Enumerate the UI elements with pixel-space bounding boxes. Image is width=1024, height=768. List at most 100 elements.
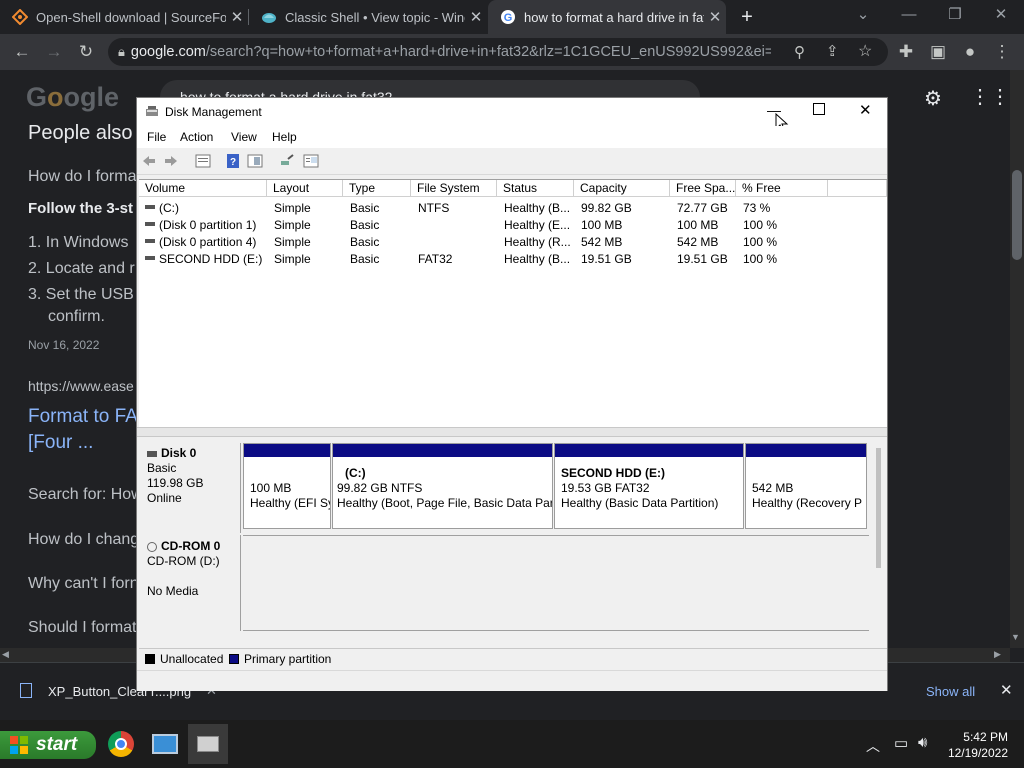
menu-file[interactable]: File: [147, 130, 166, 144]
chrome-taskbar-icon[interactable]: [108, 731, 134, 757]
share-icon[interactable]: ⇪: [826, 42, 839, 60]
vertical-scrollbar[interactable]: ▼: [1010, 70, 1024, 648]
google-icon: G: [501, 10, 515, 24]
close-icon[interactable]: ✕: [704, 8, 726, 26]
help-icon[interactable]: ?: [225, 153, 241, 169]
result-title-link[interactable]: [Four ...: [28, 432, 93, 454]
result-url[interactable]: https://www.ease: [28, 378, 134, 394]
column-header-capacity[interactable]: Capacity: [574, 180, 670, 197]
question-text[interactable]: How do I forma: [28, 168, 136, 186]
back-arrow-icon[interactable]: [141, 153, 157, 169]
classic-shell-icon: [262, 13, 276, 23]
restore-icon[interactable]: ❐: [932, 0, 978, 30]
scroll-down-arrow-icon[interactable]: ▼: [1011, 632, 1020, 642]
close-download-bar-icon[interactable]: ✕: [1000, 681, 1013, 699]
back-arrow-icon[interactable]: ←: [8, 34, 36, 70]
question-text[interactable]: How do I chang: [28, 531, 139, 549]
show-all-button[interactable]: Show all: [926, 684, 975, 699]
bookmark-star-icon[interactable]: ☆: [858, 41, 872, 61]
minimize-icon[interactable]: —: [886, 0, 932, 30]
show-hide-pane-icon[interactable]: [247, 153, 263, 169]
extensions-puzzle-icon[interactable]: ✚: [892, 34, 920, 70]
column-header-percent-free[interactable]: % Free: [736, 180, 828, 197]
window-toolbar: ?: [137, 148, 887, 175]
control-panel-taskbar-icon[interactable]: [152, 734, 178, 754]
url-text: google.com/search?q=how+to+format+a+hard…: [130, 44, 771, 60]
scroll-left-arrow-icon[interactable]: ◀: [2, 649, 9, 660]
close-icon[interactable]: ✕: [859, 101, 872, 119]
forward-arrow-icon[interactable]: →: [40, 34, 68, 70]
column-header-free-space[interactable]: Free Spa...: [670, 180, 736, 197]
menu-action[interactable]: Action: [180, 130, 213, 144]
tab-open-shell[interactable]: Open-Shell download | SourceForge ✕: [0, 0, 248, 34]
start-button[interactable]: start: [0, 731, 96, 759]
tab-google-search[interactable]: G how to format a hard drive in fat ✕: [488, 0, 726, 34]
legend-unallocated: Unallocated: [160, 652, 224, 666]
menu-view[interactable]: View: [231, 130, 257, 144]
close-window-icon[interactable]: ✕: [978, 0, 1024, 30]
partition-efi[interactable]: 100 MB Healthy (EFI Sy: [243, 443, 331, 529]
scroll-right-arrow-icon[interactable]: ▶: [994, 649, 1001, 660]
new-tab-button[interactable]: +: [732, 0, 762, 34]
tab-title: Classic Shell • View topic - Windows: [285, 9, 465, 25]
maximize-icon[interactable]: [813, 103, 825, 115]
address-bar[interactable]: 🔒︎ google.com/search?q=how+to+format+a+h…: [108, 38, 888, 66]
window-title-bar[interactable]: Disk Management — ✕: [137, 98, 887, 133]
primary-partition-bar: [244, 444, 330, 457]
legend-primary-partition: Primary partition: [244, 652, 332, 666]
properties-list-icon[interactable]: [195, 153, 211, 169]
column-header-type[interactable]: Type: [343, 180, 411, 197]
column-header-status[interactable]: Status: [497, 180, 574, 197]
tray-chevron-up-icon[interactable]: ︿: [866, 736, 880, 756]
answer-step: 2. Locate and r: [28, 260, 135, 277]
reload-icon[interactable]: ↻: [72, 34, 100, 70]
cdrom-0-label[interactable]: CD-ROM 0 CD-ROM (D:) No Media: [139, 535, 241, 631]
scrollbar-thumb[interactable]: [1012, 170, 1022, 260]
unallocated-swatch: [145, 654, 155, 664]
column-header-volume[interactable]: Volume: [139, 180, 267, 197]
volume-icon[interactable]: 🔊︎: [918, 734, 927, 751]
connect-icon[interactable]: [279, 153, 295, 169]
primary-partition-bar: [333, 444, 552, 457]
tab-search-icon[interactable]: ⌄: [840, 0, 886, 30]
profile-avatar-icon[interactable]: ●: [956, 34, 984, 70]
google-doodle-logo[interactable]: Google: [26, 82, 120, 112]
column-header-layout[interactable]: Layout: [267, 180, 343, 197]
volume-drive-icon: [145, 222, 155, 226]
partition-c[interactable]: (C:) 99.82 GB NTFS Healthy (Boot, Page F…: [332, 443, 553, 529]
browser-tab-strip: Open-Shell download | SourceForge ✕ Clas…: [0, 0, 1024, 34]
kebab-menu-icon[interactable]: ⋮: [988, 34, 1016, 70]
question-text[interactable]: Why can't I forn: [28, 575, 139, 593]
window-title: Disk Management: [165, 105, 262, 119]
volume-drive-icon: [145, 256, 155, 260]
pane-splitter[interactable]: [137, 427, 887, 437]
question-text[interactable]: Should I format: [28, 619, 137, 637]
location-icon[interactable]: ⚲: [794, 43, 805, 61]
disk-graphical-view: Disk 0 Basic 119.98 GB Online 100 MB Hea…: [139, 438, 887, 636]
menu-help[interactable]: Help: [272, 130, 297, 144]
column-header-empty: [828, 180, 887, 197]
menu-bar: File Action View Help: [137, 126, 887, 148]
close-icon[interactable]: ✕: [226, 8, 248, 26]
lock-icon: 🔒︎: [118, 44, 125, 59]
result-title-link[interactable]: Format to FA: [28, 406, 138, 428]
close-icon[interactable]: ✕: [465, 8, 487, 26]
column-header-file-system[interactable]: File System: [411, 180, 497, 197]
partition-second-hdd[interactable]: SECOND HDD (E:) 19.53 GB FAT32 Healthy (…: [554, 443, 744, 529]
svg-text:G: G: [504, 12, 513, 24]
partition-recovery[interactable]: 542 MB Healthy (Recovery P: [745, 443, 867, 529]
side-panel-icon[interactable]: ▣: [924, 34, 952, 70]
clock[interactable]: 5:42 PM 12/19/2022: [944, 729, 1008, 761]
search-for-link[interactable]: Search for: How: [28, 486, 143, 504]
apps-grid-icon[interactable]: ⋮⋮: [970, 84, 1010, 109]
tab-classic-shell[interactable]: Classic Shell • View topic - Windows ✕: [249, 0, 487, 34]
disk-0-label[interactable]: Disk 0 Basic 119.98 GB Online: [139, 443, 241, 533]
disk-management-taskbar-button[interactable]: [188, 724, 228, 764]
windows-flag-icon: [10, 736, 28, 754]
graph-scrollbar-thumb[interactable]: [876, 448, 881, 568]
legend: Unallocated Primary partition: [139, 648, 887, 669]
settings-gear-icon[interactable]: ⚙: [924, 86, 942, 111]
settings-list-icon[interactable]: [303, 153, 319, 169]
network-icon[interactable]: ▭: [894, 734, 908, 752]
forward-arrow-icon[interactable]: [163, 153, 179, 169]
